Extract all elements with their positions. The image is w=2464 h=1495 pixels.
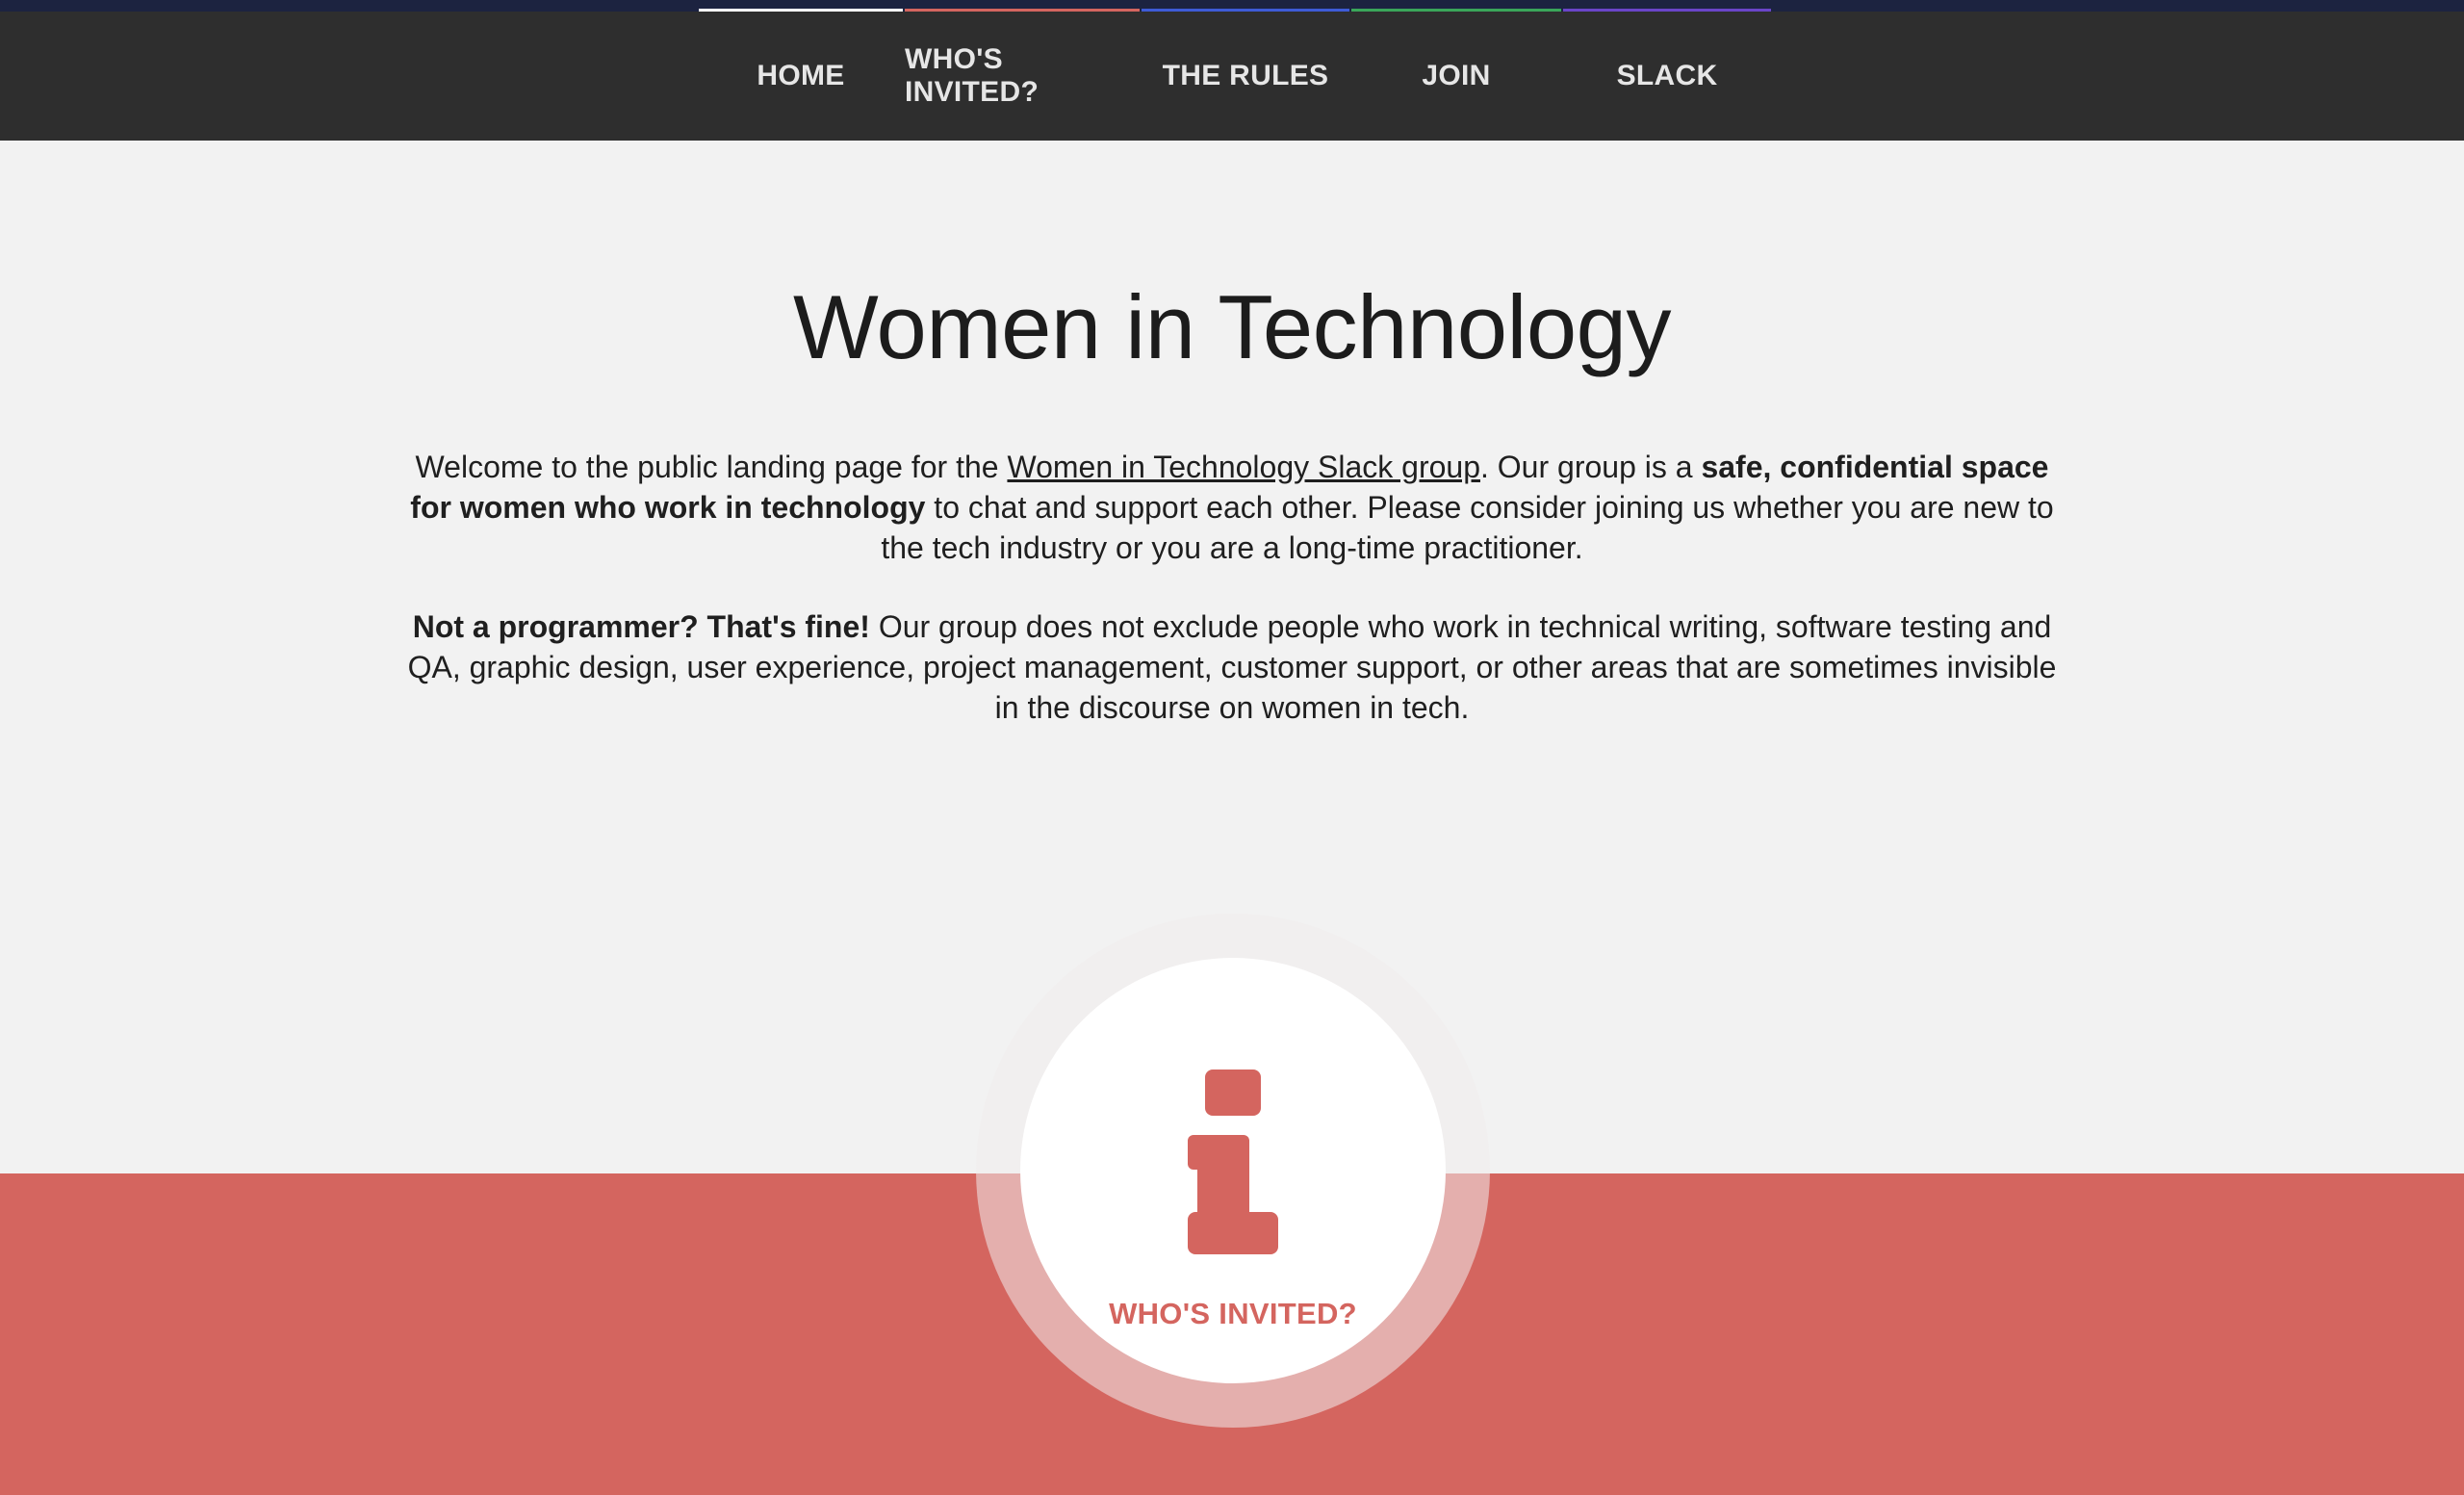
nav-slack-label: SLACK <box>1616 60 1718 91</box>
nav-join[interactable]: JOIN <box>1351 9 1561 141</box>
nav-join-label: JOIN <box>1422 60 1491 91</box>
info-icon-base <box>1188 1212 1278 1254</box>
nav-slack-accent <box>1563 9 1771 12</box>
secondary-bold: Not a programmer? That's fine! <box>412 609 870 644</box>
navbar: HOME WHO'S INVITED? THE RULES JOIN SLACK <box>0 9 2464 141</box>
whos-invited-badge-label: WHO'S INVITED? <box>1109 1297 1357 1330</box>
intro-text-3: to chat and support each other. Please c… <box>881 490 2054 565</box>
nav-whos-invited-accent <box>905 9 1140 12</box>
info-icon-dot <box>1205 1070 1261 1116</box>
nav-whos-invited-label: WHO'S INVITED? <box>905 43 1040 108</box>
nav-the-rules-label: THE RULES <box>1162 60 1329 91</box>
nav-the-rules[interactable]: THE RULES <box>1142 9 1349 141</box>
nav-join-accent <box>1351 9 1561 12</box>
whos-invited-badge[interactable]: WHO'S INVITED? <box>1020 958 1446 1383</box>
nav-whos-invited[interactable]: WHO'S INVITED? <box>905 9 1140 141</box>
nav-home-label: HOME <box>757 60 845 91</box>
secondary-paragraph: Not a programmer? That's fine! Our group… <box>404 606 2060 728</box>
nav-the-rules-accent <box>1142 9 1349 12</box>
nav-slack[interactable]: SLACK <box>1563 9 1771 141</box>
nav-home-accent <box>699 9 903 12</box>
page-title: Women in Technology <box>793 276 1671 377</box>
intro-paragraph: Welcome to the public landing page for t… <box>404 447 2060 568</box>
intro-text-2: . Our group is a <box>1480 450 1702 484</box>
intro-text-1: Welcome to the public landing page for t… <box>415 450 1008 484</box>
slack-group-link[interactable]: Women in Technology Slack group <box>1007 450 1480 484</box>
nav-home[interactable]: HOME <box>699 9 903 141</box>
